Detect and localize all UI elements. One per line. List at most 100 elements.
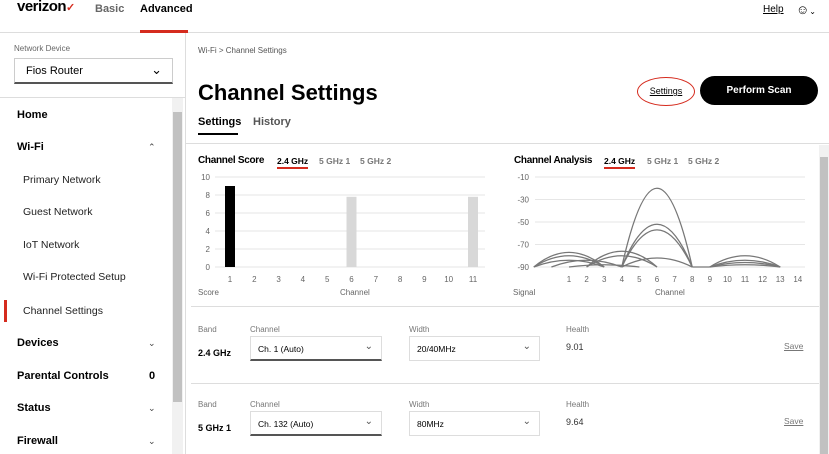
chevron-down-icon[interactable]: ⌄ (148, 403, 156, 414)
network-device-label: Network Device (14, 44, 71, 53)
y-tick-label: -10 (517, 173, 529, 182)
save-link[interactable]: Save (784, 341, 803, 351)
health-label: Health (566, 325, 590, 334)
signal-curve (621, 223, 693, 268)
x-tick-label: 1 (567, 275, 572, 284)
y-tick-label: -30 (517, 196, 529, 205)
x-tick-label: 9 (422, 275, 427, 284)
sidebar-item-guest-network[interactable]: Guest Network (23, 206, 92, 218)
y-tick-label: -50 (517, 218, 529, 227)
divider (191, 306, 819, 307)
x-tick-label: 6 (655, 275, 660, 284)
score-bar (468, 196, 478, 267)
x-tick-label: 10 (444, 275, 453, 284)
sidebar-item-firewall[interactable]: Firewall (17, 435, 58, 447)
breadcrumb: Wi-Fi > Channel Settings (198, 46, 287, 55)
x-tick-label: 5 (325, 275, 330, 284)
parental-controls-badge: 0 (149, 370, 156, 382)
sidebar-item-channel-settings[interactable]: Channel Settings (23, 305, 103, 317)
y-tick-label: 4 (206, 227, 211, 236)
channel-label: Channel (250, 400, 280, 409)
x-axis-label: Channel (655, 288, 685, 297)
settings-link[interactable]: Settings (637, 77, 695, 106)
active-tab-underline (198, 133, 238, 135)
health-value: 9.64 (566, 417, 584, 427)
channel-label: Channel (250, 325, 280, 334)
channel-value: Ch. 1 (Auto) (258, 344, 304, 354)
sidebar-item-devices[interactable]: Devices (17, 337, 59, 349)
chevron-up-icon[interactable]: ⌃ (148, 142, 156, 153)
sidebar-item-wps[interactable]: Wi-Fi Protected Setup (23, 271, 126, 283)
width-select[interactable]: 80MHz ⌄ (409, 411, 540, 436)
x-tick-label: 8 (398, 275, 403, 284)
x-tick-label: 4 (620, 275, 625, 284)
channel-analysis-chart: -10-30-50-70-901 2 3 4 5 6 7 8 9 10 11 12 13 14Signal… (513, 173, 805, 297)
x-tick-label: 6 (349, 275, 354, 284)
network-device-value: Fios Router (26, 65, 83, 77)
chevron-down-icon[interactable]: ⌄ (148, 436, 156, 447)
width-value: 20/40MHz (417, 344, 456, 354)
width-select[interactable]: 20/40MHz ⌄ (409, 336, 540, 361)
y-tick-label: 8 (206, 191, 211, 200)
signal-curve (621, 187, 693, 268)
x-tick-label: 3 (276, 275, 281, 284)
band-value: 2.4 GHz (198, 348, 232, 358)
sidebar-item-status[interactable]: Status (17, 402, 51, 414)
x-tick-label: 5 (637, 275, 642, 284)
network-device-select[interactable]: Fios Router ⌄ (14, 58, 173, 84)
main-scrollbar-thumb[interactable] (820, 157, 828, 454)
help-link[interactable]: Help (763, 4, 784, 15)
width-label: Width (409, 400, 430, 409)
page-title: Channel Settings (198, 80, 378, 105)
channel-value: Ch. 132 (Auto) (258, 419, 314, 429)
user-icon[interactable]: ☺⌄ (796, 2, 816, 17)
width-value: 80MHz (417, 419, 444, 429)
y-tick-label: -90 (517, 263, 529, 272)
score-bar (225, 186, 235, 267)
sidebar-item-primary-network[interactable]: Primary Network (23, 174, 101, 186)
sidebar-scrollbar-thumb[interactable] (173, 112, 182, 402)
x-tick-label: 11 (741, 275, 750, 284)
score-bar (346, 196, 357, 267)
divider (191, 383, 819, 384)
x-tick-label: 8 (690, 275, 695, 284)
y-tick-label: 0 (206, 263, 211, 272)
x-tick-label: 7 (374, 275, 379, 284)
channel-score-chart: 02468101 2 3 4 5 6 7 8 9 10 11Score Channel (198, 173, 485, 297)
y-axis-label: Score (198, 288, 219, 297)
channel-select[interactable]: Ch. 1 (Auto) ⌄ (250, 336, 382, 361)
x-tick-label: 10 (723, 275, 732, 284)
divider (186, 143, 829, 144)
active-indicator (4, 300, 7, 322)
chevron-down-icon: ⌄ (522, 416, 531, 427)
chevron-down-icon[interactable]: ⌄ (148, 338, 156, 349)
x-tick-label: 13 (776, 275, 785, 284)
perform-scan-button[interactable]: Perform Scan (700, 76, 818, 105)
save-link[interactable]: Save (784, 416, 803, 426)
health-value: 9.01 (566, 342, 584, 352)
y-tick-label: 10 (201, 173, 210, 182)
sidebar-item-wifi[interactable]: Wi-Fi (17, 141, 44, 153)
chevron-down-icon: ⌄ (151, 62, 162, 77)
nav-advanced[interactable]: Advanced (140, 3, 193, 15)
x-tick-label: 2 (252, 275, 257, 284)
channel-select[interactable]: Ch. 132 (Auto) ⌄ (250, 411, 382, 436)
logo-check-icon: ✓ (66, 2, 75, 14)
sidebar-item-home[interactable]: Home (17, 109, 48, 121)
chevron-down-icon: ⌄ (522, 341, 531, 352)
band-label: Band (198, 325, 217, 334)
tab-history[interactable]: History (253, 116, 291, 128)
width-label: Width (409, 325, 430, 334)
band-value: 5 GHz 1 (198, 423, 232, 433)
sidebar-item-parental-controls[interactable]: Parental Controls (17, 370, 109, 382)
y-tick-label: -70 (517, 241, 529, 250)
x-tick-label: 3 (602, 275, 607, 284)
x-tick-label: 12 (758, 275, 767, 284)
sidebar-item-iot-network[interactable]: IoT Network (23, 239, 79, 251)
x-tick-label: 14 (793, 275, 802, 284)
divider (0, 97, 186, 98)
y-tick-label: 2 (206, 245, 211, 254)
tab-settings[interactable]: Settings (198, 116, 241, 128)
nav-basic[interactable]: Basic (95, 3, 124, 15)
verizon-logo[interactable]: verizon✓ (17, 0, 75, 15)
